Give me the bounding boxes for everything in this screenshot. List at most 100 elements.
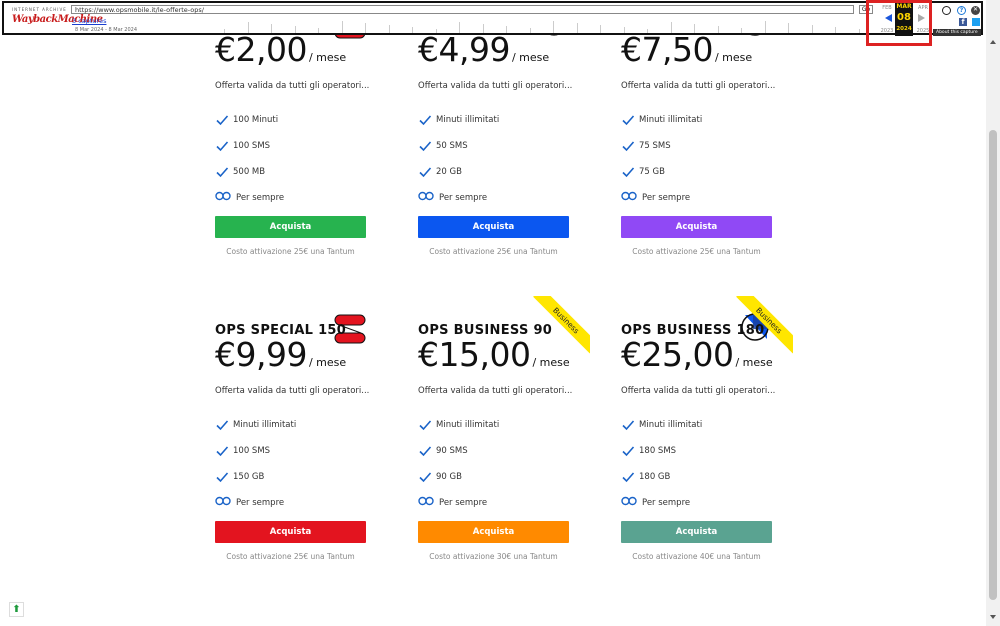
prev-month[interactable]: FEB 2023: [879, 5, 895, 34]
feature-item: Per sempre: [215, 191, 284, 205]
sparkline-tick: [247, 22, 249, 33]
plan-card: OPS SENIOR€4,99/ meseOfferta valida da t…: [418, 8, 573, 288]
price-value: €25,00: [621, 335, 734, 374]
price-value: €4,99: [418, 30, 510, 69]
buy-button[interactable]: Acquista: [621, 216, 772, 238]
scrollbar-thumb[interactable]: [989, 130, 997, 600]
plan-card: OPS SPECIAL 150 €9,99/ mese Offerta valida…: [215, 313, 370, 593]
sparkline-tick: [576, 23, 578, 33]
feature-item: Minuti illimitati: [621, 418, 702, 432]
next-month[interactable]: APR 2025: [915, 5, 931, 34]
feature-item: 20 GB: [418, 165, 462, 179]
sparkline-tick: [412, 27, 413, 33]
url-input[interactable]: https://www.opsmobile.it/le-offerte-ops/: [71, 5, 854, 14]
feature-item: Per sempre: [621, 496, 690, 510]
feature-item: 100 SMS: [215, 444, 270, 458]
sparkline-tick: [600, 25, 601, 33]
feature-label: Per sempre: [642, 193, 691, 203]
offer-text: Offerta valida da tutti gli operatori...: [621, 386, 776, 396]
twitter-icon[interactable]: [972, 18, 980, 26]
plan-price: €7,50/ mese: [621, 30, 752, 69]
feature-label: Per sempre: [439, 498, 488, 508]
feature-item: Minuti illimitati: [418, 418, 499, 432]
check-icon: [215, 165, 229, 179]
plan-price: €15,00/ mese: [418, 335, 570, 374]
capture-sparkline[interactable]: [214, 17, 864, 33]
facebook-icon[interactable]: f: [959, 18, 967, 26]
user-icon[interactable]: [942, 6, 951, 15]
infinity-icon: [418, 496, 435, 510]
infinity-icon: [215, 191, 232, 205]
check-icon: [621, 470, 635, 484]
back-to-top-icon[interactable]: ⬆: [9, 602, 24, 617]
feature-item: 100 Minuti: [215, 113, 278, 127]
next-capture-arrow-icon[interactable]: [918, 14, 925, 22]
feature-label: 180 GB: [639, 472, 671, 482]
sparkline-tick: [647, 29, 648, 33]
buy-button[interactable]: Acquista: [621, 521, 772, 543]
sparkline-tick: [811, 25, 813, 33]
sparkline-tick: [318, 28, 319, 33]
buy-button[interactable]: Acquista: [418, 216, 569, 238]
price-value: €2,00: [215, 30, 307, 69]
sparkline-tick: [506, 26, 507, 33]
current-year: 2024: [896, 26, 912, 32]
feature-item: Per sempre: [418, 496, 487, 510]
check-icon: [215, 139, 229, 153]
sparkline-tick: [388, 25, 390, 33]
check-icon: [418, 113, 432, 127]
sparkline-tick: [341, 21, 343, 33]
sparkline-tick: [623, 27, 625, 33]
feature-label: Minuti illimitati: [639, 115, 703, 125]
about-capture-button[interactable]: About this capture: [933, 29, 981, 36]
check-icon: [621, 139, 635, 153]
wayback-logo[interactable]: INTERNET ARCHIVE WaybackMachine: [10, 7, 103, 33]
check-icon: [215, 418, 229, 432]
feature-item: Per sempre: [418, 191, 487, 205]
offer-text: Offerta valida da tutti gli operatori...: [215, 81, 370, 91]
scroll-down-arrow-icon[interactable]: [990, 615, 996, 619]
feature-label: Per sempre: [439, 193, 488, 203]
offer-text: Offerta valida da tutti gli operatori...: [621, 81, 776, 91]
buy-button[interactable]: Acquista: [418, 521, 569, 543]
next-year: 2025: [916, 28, 930, 34]
infinity-icon: [621, 496, 638, 510]
sparkline-tick: [482, 24, 484, 33]
check-icon: [418, 418, 432, 432]
offer-text: Offerta valida da tutti gli operatori...: [418, 386, 573, 396]
sparkline-tick: [553, 21, 554, 33]
captures-link[interactable]: 3 captures: [72, 17, 106, 25]
buy-button[interactable]: Acquista: [215, 216, 366, 238]
feature-label: 180 SMS: [639, 446, 677, 456]
plan-price: €4,99/ mese: [418, 30, 549, 69]
feature-label: Minuti illimitati: [639, 420, 703, 430]
activation-cost: Costo attivazione 40€ una Tantum: [632, 552, 761, 561]
scroll-up-arrow-icon[interactable]: [990, 40, 996, 44]
check-icon: [621, 444, 635, 458]
sparkline-tick: [858, 29, 860, 33]
sparkline-tick: [694, 24, 695, 33]
scrollbar[interactable]: [986, 0, 1000, 626]
close-icon[interactable]: ✕: [971, 6, 980, 15]
price-period: / mese: [735, 356, 773, 369]
prev-capture-arrow-icon[interactable]: [885, 14, 892, 22]
feature-label: 90 SMS: [436, 446, 468, 456]
plan-card: Business OPS BUSINESS 180 €25,00/ mese Offe…: [621, 296, 793, 593]
feature-item: 75 GB: [621, 165, 665, 179]
sparkline-tick: [835, 27, 836, 33]
feature-item: 90 SMS: [418, 444, 468, 458]
help-icon[interactable]: ?: [957, 6, 966, 15]
prev-year: 2023: [880, 28, 894, 34]
plan-card: OPS SMART 75€7,50/ meseOfferta valida da…: [621, 8, 776, 288]
check-icon: [418, 139, 432, 153]
infinity-icon: [418, 191, 435, 205]
sparkline-tick: [741, 28, 742, 33]
price-period: / mese: [532, 356, 570, 369]
feature-item: 500 MB: [215, 165, 265, 179]
buy-button[interactable]: Acquista: [215, 521, 366, 543]
activation-cost: Costo attivazione 25€ una Tantum: [226, 552, 355, 561]
feature-label: 20 GB: [436, 167, 462, 177]
captures-range: 8 Mar 2024 - 8 Mar 2024: [75, 27, 138, 33]
current-capture-date: MAR 08 2024: [895, 3, 913, 36]
plan-price: €9,99/ mese: [215, 335, 346, 374]
